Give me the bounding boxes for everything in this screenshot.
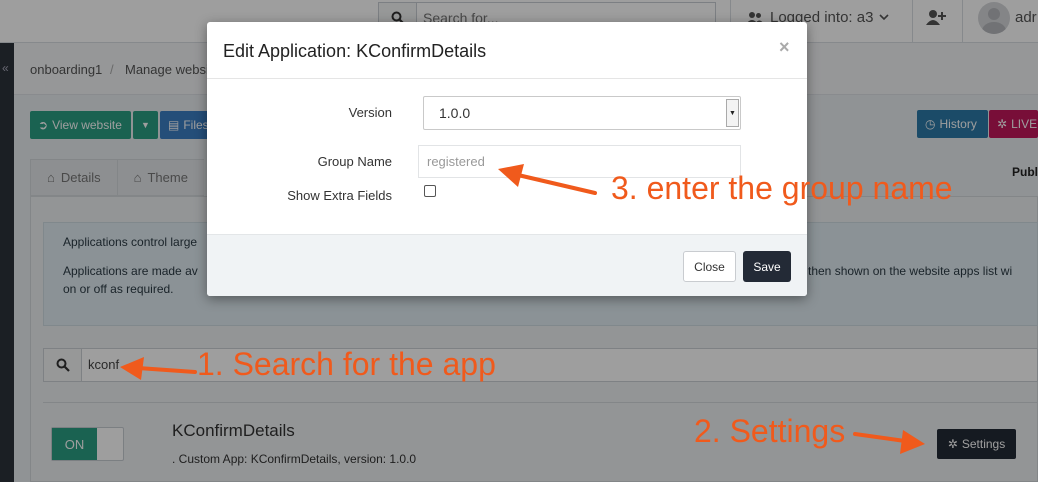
group-name-label: Group Name	[317, 154, 392, 169]
version-select[interactable]: 1.0.0 ▼	[423, 96, 741, 130]
annotation-step3: 3. enter the group name	[611, 170, 953, 206]
annotation-step1: 1. Search for the app	[197, 346, 496, 382]
show-extra-fields-label: Show Extra Fields	[287, 188, 392, 203]
select-arrow-icon: ▼	[726, 99, 739, 127]
modal-title: Edit Application: KConfirmDetails	[223, 41, 487, 61]
save-button[interactable]: Save	[743, 251, 791, 282]
modal-footer: Close Save	[207, 234, 807, 296]
close-button[interactable]: Close	[683, 251, 736, 282]
edit-application-modal: Edit Application: KConfirmDetails × Vers…	[207, 22, 807, 296]
version-value: 1.0.0	[439, 105, 471, 121]
close-icon[interactable]: ×	[779, 37, 790, 58]
annotation-step2: 2. Settings	[694, 413, 846, 449]
modal-header: Edit Application: KConfirmDetails ×	[207, 22, 807, 79]
version-label: Version	[348, 105, 392, 120]
show-extra-fields-checkbox[interactable]	[424, 185, 436, 197]
